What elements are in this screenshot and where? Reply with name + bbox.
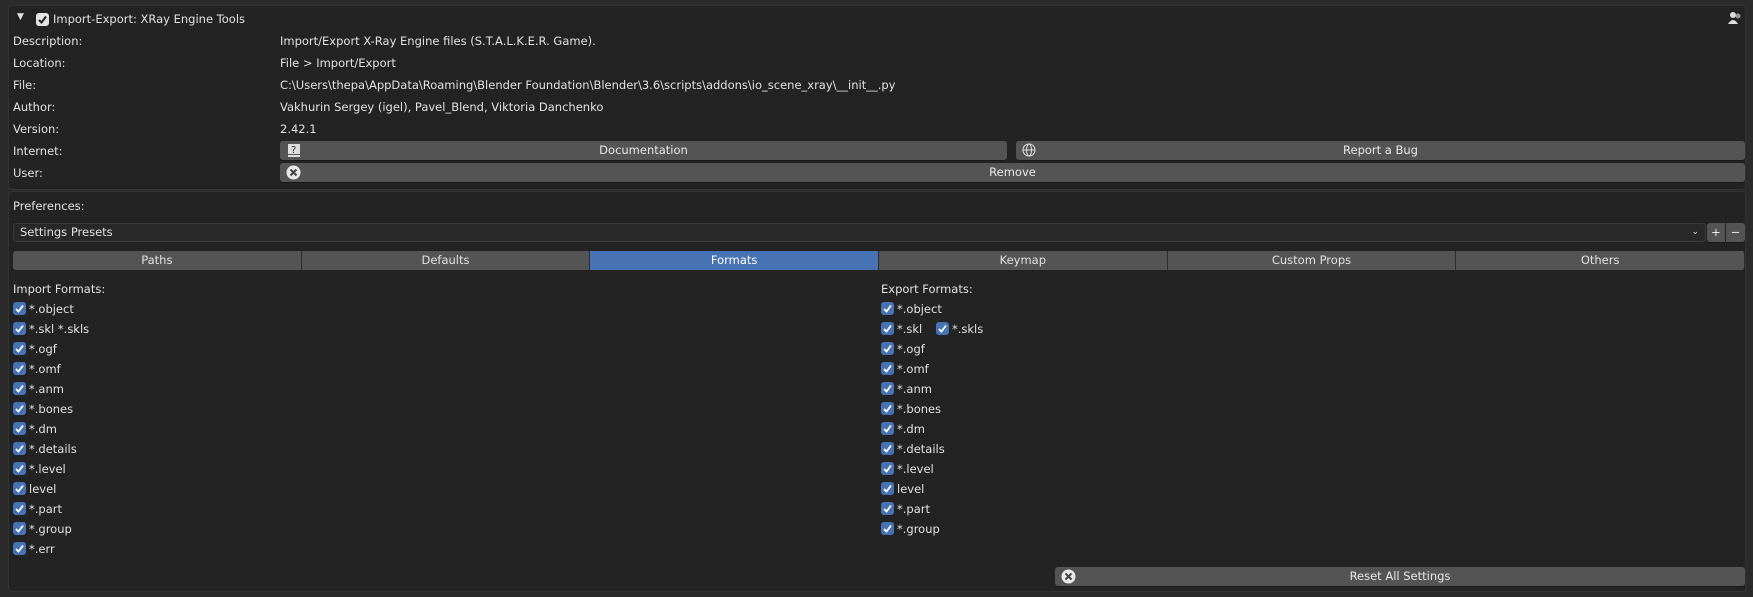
- export-format-checkbox[interactable]: [881, 382, 894, 395]
- reset-x-icon: [1061, 569, 1076, 584]
- tab-keymap[interactable]: Keymap: [879, 251, 1168, 270]
- export-format-label: *.part: [897, 502, 930, 516]
- info-value: File > Import/Export: [280, 56, 396, 70]
- info-label: Location:: [13, 56, 66, 70]
- export-format-checkbox[interactable]: [881, 342, 894, 355]
- settings-presets-dropdown[interactable]: Settings Presets ⌄: [13, 223, 1706, 242]
- export-formats-title: Export Formats:: [881, 282, 973, 296]
- export-format-checkbox[interactable]: [881, 322, 894, 335]
- export-format-label: *.bones: [897, 402, 942, 416]
- info-label: Version:: [13, 122, 60, 136]
- internet-label: Internet:: [13, 144, 63, 158]
- report-bug-button[interactable]: Report a Bug: [1016, 141, 1745, 160]
- svg-text:?: ?: [291, 145, 296, 156]
- export-format-label: level: [897, 482, 925, 496]
- globe-icon: [1022, 143, 1037, 158]
- import-format-label: *.dm: [29, 422, 57, 436]
- remove-x-icon: [286, 165, 301, 180]
- export-format-label: *.object: [897, 302, 942, 316]
- tab-defaults[interactable]: Defaults: [301, 251, 591, 270]
- tab-formats[interactable]: Formats: [590, 251, 879, 270]
- export-format-checkbox[interactable]: [881, 302, 894, 315]
- export-skls-label: *.skls: [952, 322, 984, 336]
- import-format-checkbox[interactable]: [13, 402, 26, 415]
- chevron-down-icon: ⌄: [1691, 227, 1699, 237]
- user-prefs-icon: [1728, 11, 1742, 25]
- tab-paths[interactable]: Paths: [13, 251, 302, 270]
- help-book-icon: ?: [286, 143, 301, 158]
- import-format-checkbox[interactable]: [13, 302, 26, 315]
- import-format-checkbox[interactable]: [13, 482, 26, 495]
- export-format-label: *.omf: [897, 362, 929, 376]
- import-format-label: *.level: [29, 462, 66, 476]
- documentation-button[interactable]: ? Documentation: [280, 141, 1007, 160]
- info-label: Author:: [13, 100, 56, 114]
- export-skls-checkbox[interactable]: [936, 322, 949, 335]
- info-value: C:\Users\thepa\AppData\Roaming\Blender F…: [280, 78, 896, 92]
- tab-others[interactable]: Others: [1456, 251, 1745, 270]
- export-format-checkbox[interactable]: [881, 362, 894, 375]
- import-format-label: *.group: [29, 522, 72, 536]
- import-format-checkbox[interactable]: [13, 522, 26, 535]
- export-format-checkbox[interactable]: [881, 442, 894, 455]
- import-format-checkbox[interactable]: [13, 542, 26, 555]
- export-format-label: *.skl: [897, 322, 923, 336]
- import-format-checkbox[interactable]: [13, 382, 26, 395]
- import-format-checkbox[interactable]: [13, 502, 26, 515]
- import-format-label: *.ogf: [29, 342, 57, 356]
- user-label: User:: [13, 166, 43, 180]
- info-value: 2.42.1: [280, 122, 317, 136]
- export-format-checkbox[interactable]: [881, 462, 894, 475]
- import-format-label: *.bones: [29, 402, 74, 416]
- import-format-label: *.object: [29, 302, 74, 316]
- reset-all-settings-button[interactable]: Reset All Settings: [1055, 567, 1745, 586]
- addon-title: Import-Export: XRay Engine Tools: [53, 12, 246, 26]
- import-format-checkbox[interactable]: [13, 462, 26, 475]
- import-format-label: level: [29, 482, 57, 496]
- info-label: Description:: [13, 34, 83, 48]
- info-value: Import/Export X-Ray Engine files (S.T.A.…: [280, 34, 596, 48]
- preferences-label: Preferences:: [13, 199, 85, 213]
- export-format-checkbox[interactable]: [881, 502, 894, 515]
- info-label: File:: [13, 78, 37, 92]
- remove-preset-button[interactable]: −: [1726, 223, 1745, 242]
- import-format-label: *.part: [29, 502, 62, 516]
- export-format-checkbox[interactable]: [881, 422, 894, 435]
- import-format-checkbox[interactable]: [13, 322, 26, 335]
- export-format-checkbox[interactable]: [881, 482, 894, 495]
- import-format-label: *.details: [29, 442, 77, 456]
- addon-enabled-checkbox[interactable]: [36, 13, 49, 26]
- import-format-checkbox[interactable]: [13, 342, 26, 355]
- export-format-label: *.details: [897, 442, 945, 456]
- import-format-label: *.anm: [29, 382, 64, 396]
- import-format-label: *.skl *.skls: [29, 322, 90, 336]
- import-formats-title: Import Formats:: [13, 282, 106, 296]
- export-format-label: *.group: [897, 522, 940, 536]
- import-format-checkbox[interactable]: [13, 442, 26, 455]
- import-format-checkbox[interactable]: [13, 422, 26, 435]
- import-format-checkbox[interactable]: [13, 362, 26, 375]
- import-format-label: *.err: [29, 542, 55, 556]
- export-format-label: *.level: [897, 462, 934, 476]
- export-format-label: *.anm: [897, 382, 932, 396]
- export-format-checkbox[interactable]: [881, 402, 894, 415]
- tab-custom-props[interactable]: Custom Props: [1167, 251, 1457, 270]
- import-format-label: *.omf: [29, 362, 61, 376]
- export-format-checkbox[interactable]: [881, 522, 894, 535]
- info-value: Vakhurin Sergey (igel), Pavel_Blend, Vik…: [280, 100, 604, 114]
- remove-button[interactable]: Remove: [280, 163, 1745, 182]
- export-format-label: *.dm: [897, 422, 925, 436]
- add-preset-button[interactable]: +: [1707, 223, 1725, 242]
- export-format-label: *.ogf: [897, 342, 925, 356]
- expand-arrow-icon[interactable]: ▼: [17, 12, 24, 22]
